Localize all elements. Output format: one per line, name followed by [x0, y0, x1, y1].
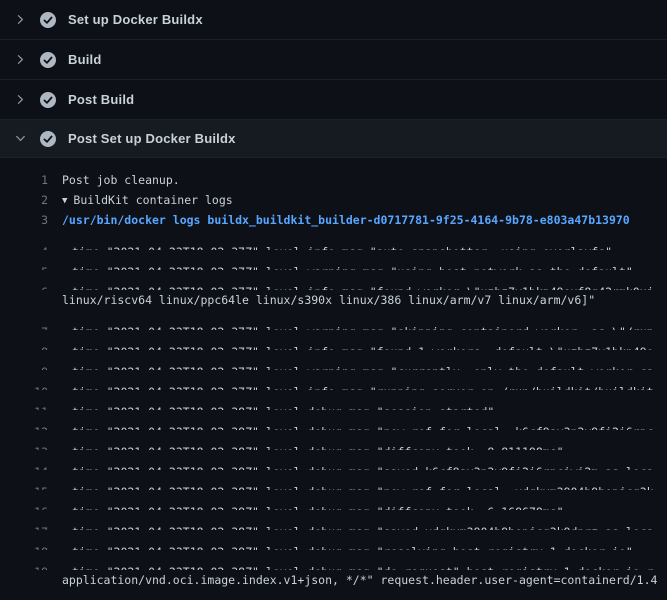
log-text: time="2021-04-23T18:02:38Z" level=debug …: [62, 422, 667, 430]
log-group-row[interactable]: 2 ▼ BuildKit container logs: [0, 190, 667, 210]
log-line: 19 time="2021-04-23T18:02:38Z" level=debu…: [0, 550, 667, 570]
triangle-down-icon: ▼: [62, 196, 67, 206]
line-number[interactable]: 3: [0, 210, 48, 230]
log-line: 17 time="2021-04-23T18:02:38Z" level=debu…: [0, 510, 667, 530]
log-line: 4 time="2021-04-23T18:02:37Z" level=info …: [0, 230, 667, 250]
line-number[interactable]: 13: [0, 442, 48, 450]
step-row-set-up-docker-buildx[interactable]: Set up Docker Buildx: [0, 0, 667, 40]
line-number: [0, 290, 48, 310]
step-row-post-build[interactable]: Post Build: [0, 80, 667, 120]
step-label: Build: [68, 52, 102, 67]
chevron-right-icon: [12, 14, 28, 25]
line-number: [0, 570, 48, 590]
line-number[interactable]: 11: [0, 402, 48, 410]
line-number[interactable]: 19: [0, 562, 48, 570]
log-line: 3/usr/bin/docker logs buildx_buildkit_bu…: [0, 210, 667, 230]
command-text: /usr/bin/docker logs buildx_buildkit_bui…: [62, 210, 667, 230]
log-text: time="2021-04-23T18:02:37Z" level=info m…: [62, 282, 667, 290]
log-text: time="2021-04-23T18:02:38Z" level=debug …: [62, 462, 667, 470]
step-list: Set up Docker Buildx Build Post Build Post …: [0, 0, 667, 158]
log-text: ▼ BuildKit container logs: [62, 190, 667, 210]
log-line: 13 time="2021-04-23T18:02:38Z" level=debu…: [0, 430, 667, 450]
line-number[interactable]: 12: [0, 422, 48, 430]
log-text: time="2021-04-23T18:02:38Z" level=debug …: [62, 402, 667, 410]
chevron-right-icon: [12, 94, 28, 105]
log-text: time="2021-04-23T18:02:38Z" level=debug …: [62, 482, 667, 490]
log-text: time="2021-04-23T18:02:38Z" level=debug …: [62, 522, 667, 530]
line-number[interactable]: 6: [0, 282, 48, 290]
log-line: linux/riscv64 linux/ppc64le linux/s390x …: [0, 290, 667, 310]
step-row-build[interactable]: Build: [0, 40, 667, 80]
check-circle-icon: [40, 12, 56, 28]
check-circle-icon: [40, 52, 56, 68]
log-line: 6 time="2021-04-23T18:02:37Z" level=info …: [0, 270, 667, 290]
log-line: 7 time="2021-04-23T18:02:37Z" level=warni…: [0, 310, 667, 330]
log-line: 16 time="2021-04-23T18:02:38Z" level=debu…: [0, 490, 667, 510]
log-line: 11 time="2021-04-23T18:02:38Z" level=debu…: [0, 390, 667, 410]
line-number[interactable]: 5: [0, 262, 48, 270]
log-text: time="2021-04-23T18:02:38Z" level=debug …: [62, 542, 667, 550]
log-text: time="2021-04-23T18:02:38Z" level=debug …: [62, 562, 667, 570]
chevron-right-icon: [12, 54, 28, 65]
group-label: BuildKit container logs: [73, 193, 232, 207]
step-label: Set up Docker Buildx: [68, 12, 203, 27]
step-row-post-set-up-docker-buildx[interactable]: Post Set up Docker Buildx: [0, 120, 667, 158]
line-number[interactable]: 15: [0, 482, 48, 490]
line-number[interactable]: 18: [0, 542, 48, 550]
line-number[interactable]: 14: [0, 462, 48, 470]
line-number[interactable]: 10: [0, 382, 48, 390]
log-line: application/vnd.oci.image.index.v1+json,…: [0, 570, 667, 590]
line-number[interactable]: 2: [0, 190, 48, 210]
log-line: 8 time="2021-04-23T18:02:37Z" level=info …: [0, 330, 667, 350]
log-text: Post job cleanup.: [62, 170, 667, 190]
log-line: 5 time="2021-04-23T18:02:37Z" level=warni…: [0, 250, 667, 270]
log-line: 10 time="2021-04-23T18:02:37Z" level=info…: [0, 370, 667, 390]
log-line: 20time="2021-04-23T18:02:38Z" level=debu…: [0, 590, 667, 600]
log-text: linux/riscv64 linux/ppc64le linux/s390x …: [62, 290, 667, 310]
log-text: time="2021-04-23T18:02:37Z" level=warnin…: [62, 362, 667, 370]
log-line: 12 time="2021-04-23T18:02:38Z" level=debu…: [0, 410, 667, 430]
log-text: time="2021-04-23T18:02:37Z" level=info m…: [62, 242, 667, 250]
chevron-down-icon: [12, 133, 28, 144]
log-text: time="2021-04-23T18:02:37Z" level=warnin…: [62, 322, 667, 330]
line-number[interactable]: 9: [0, 362, 48, 370]
line-number[interactable]: 8: [0, 342, 48, 350]
log-line: 15 time="2021-04-23T18:02:38Z" level=debu…: [0, 470, 667, 490]
log-text: time="2021-04-23T18:02:37Z" level=info m…: [62, 342, 667, 350]
log-text: time="2021-04-23T18:02:38Z" level=debug …: [62, 502, 667, 510]
log-text: time="2021-04-23T18:02:37Z" level=info m…: [62, 382, 667, 390]
step-label: Post Set up Docker Buildx: [68, 131, 236, 146]
log-line: 18 time="2021-04-23T18:02:38Z" level=debu…: [0, 530, 667, 550]
line-number[interactable]: 17: [0, 522, 48, 530]
log-area: 1 Post job cleanup. 2 ▼ BuildKit container l…: [0, 158, 667, 600]
line-number[interactable]: 7: [0, 322, 48, 330]
log-text: application/vnd.oci.image.index.v1+json,…: [62, 570, 667, 590]
line-number[interactable]: 16: [0, 502, 48, 510]
log-line: 9 time="2021-04-23T18:02:37Z" level=warni…: [0, 350, 667, 370]
check-circle-icon: [40, 92, 56, 108]
log-text: time="2021-04-23T18:02:37Z" level=warnin…: [62, 262, 667, 270]
log-line: 1 Post job cleanup.: [0, 170, 667, 190]
log-line: 14 time="2021-04-23T18:02:38Z" level=debu…: [0, 450, 667, 470]
log-text: time="2021-04-23T18:02:38Z" level=debug …: [62, 442, 667, 450]
line-number[interactable]: 4: [0, 242, 48, 250]
step-label: Post Build: [68, 92, 134, 107]
workflow-log-viewer: Set up Docker Buildx Build Post Build Post …: [0, 0, 667, 600]
check-circle-icon: [40, 131, 56, 147]
line-number[interactable]: 1: [0, 170, 48, 190]
